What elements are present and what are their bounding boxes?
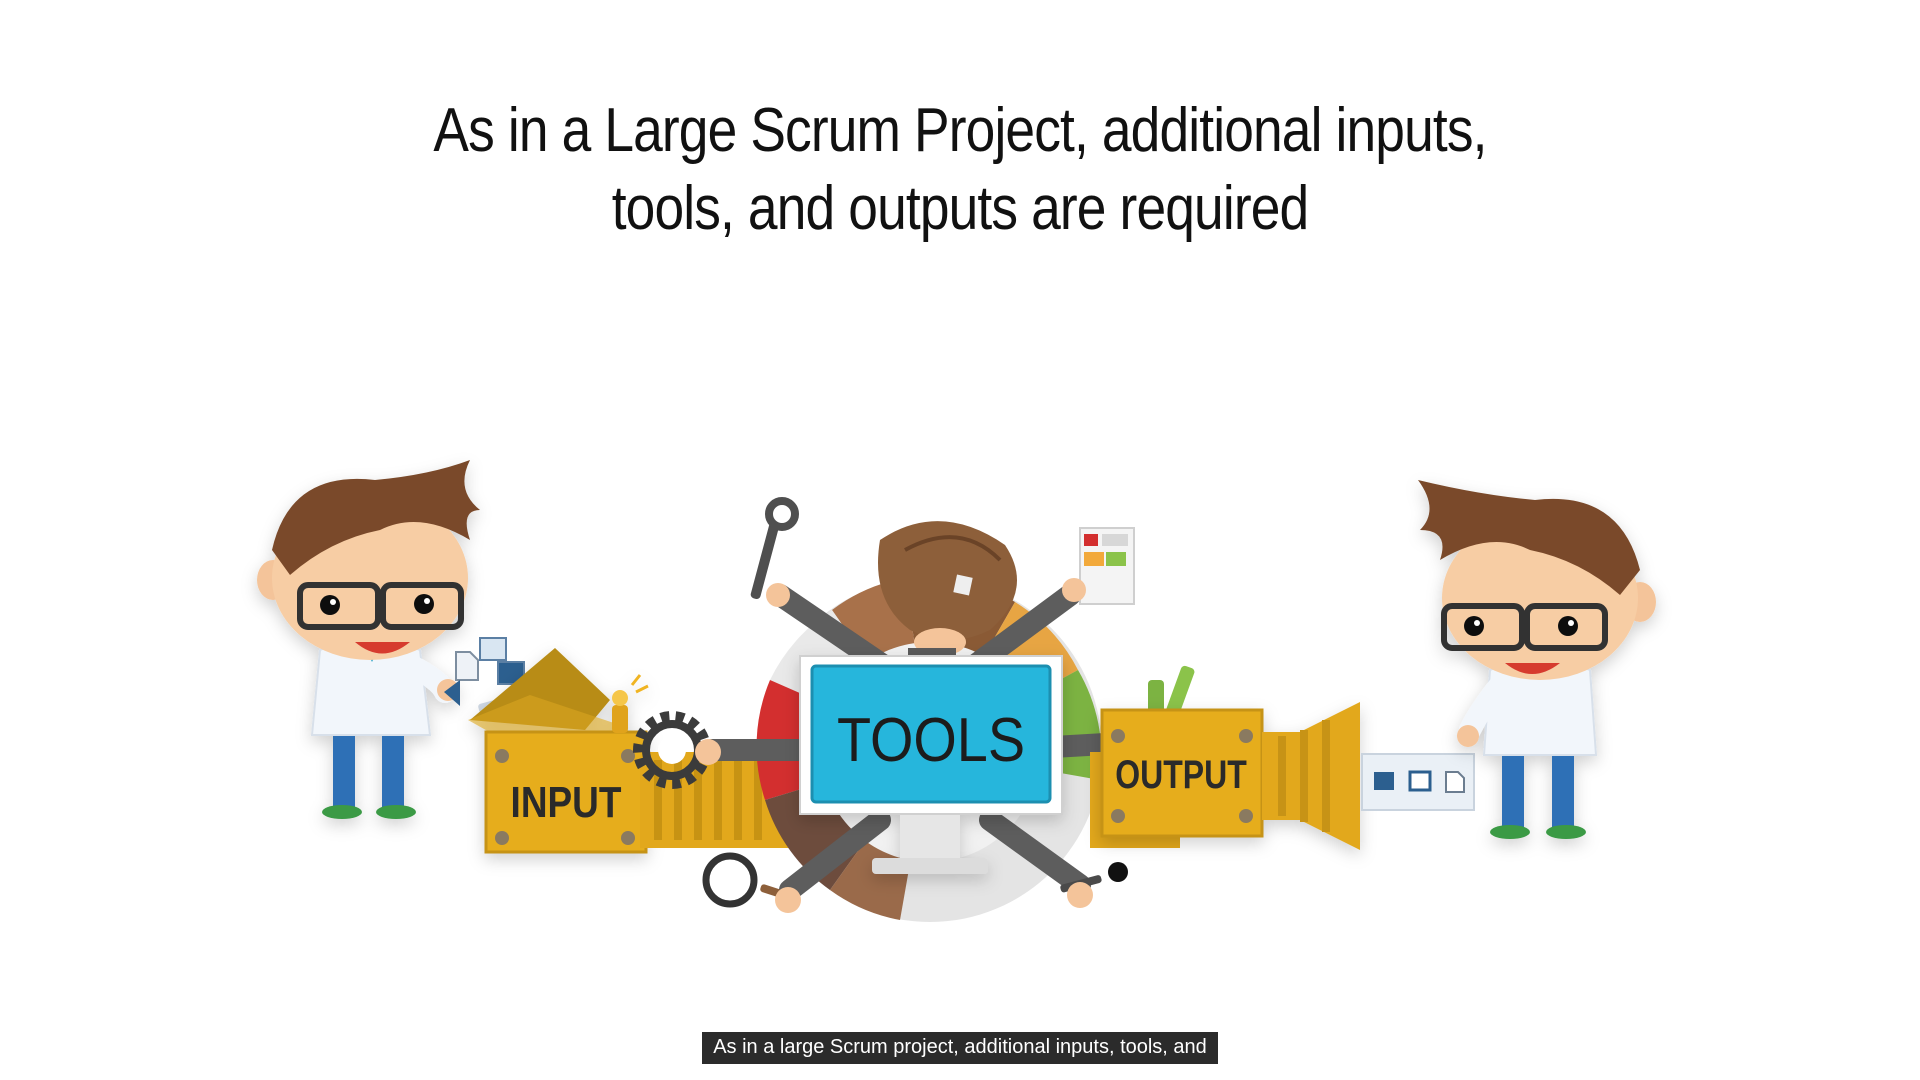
report-document-icon: [1062, 527, 1135, 605]
output-label: OUTPUT: [1115, 752, 1247, 797]
subtitle-bar: As in a large Scrum project, additional …: [0, 1032, 1920, 1064]
output-box: OUTPUT: [1100, 702, 1360, 850]
subtitle-text: As in a large Scrum project, additional …: [702, 1032, 1218, 1064]
output-files-tray: [1361, 753, 1475, 811]
tools-label: TOOLS: [837, 706, 1025, 774]
input-label: INPUT: [511, 777, 622, 827]
title-line-1: As in a Large Scrum Project, additional …: [433, 96, 1487, 165]
wrench-icon: [750, 497, 799, 607]
slide-title: As in a Large Scrum Project, additional …: [134, 92, 1785, 248]
input-tools-output-illustration: INPUT TOOLS OUTPUT: [257, 460, 1656, 922]
left-character: [257, 460, 480, 819]
input-box: INPUT: [468, 648, 649, 854]
title-line-2: tools, and outputs are required: [611, 174, 1309, 243]
